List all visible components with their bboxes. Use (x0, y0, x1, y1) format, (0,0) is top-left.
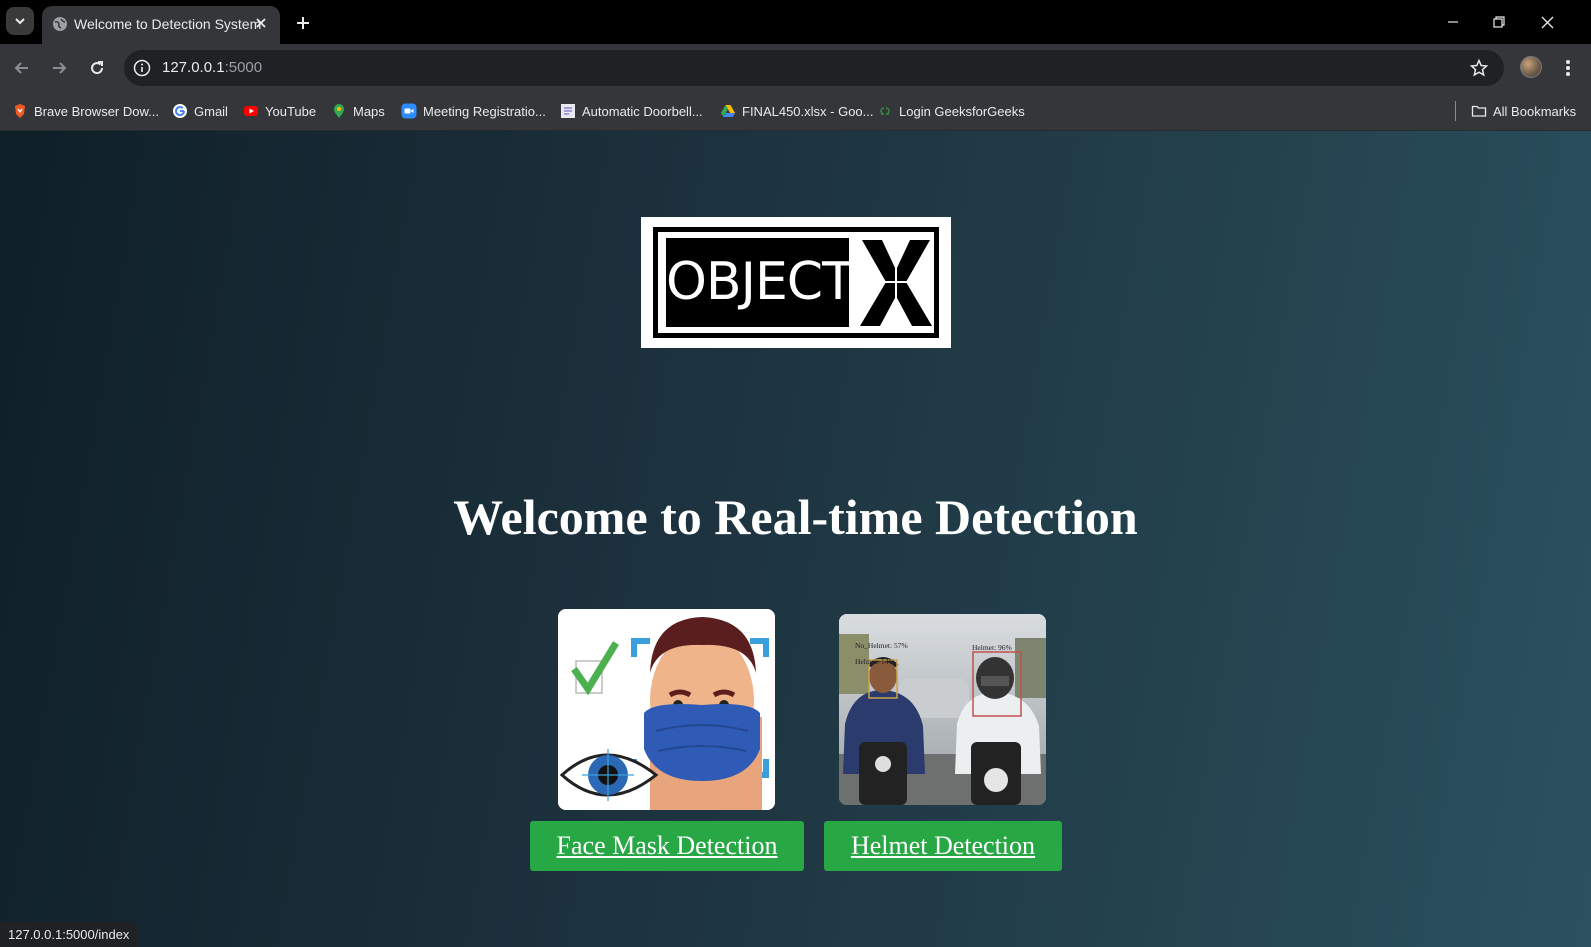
page-title: Welcome to Real-time Detection (453, 489, 1138, 545)
url-text: 127.0.0.1:5000 (162, 59, 262, 76)
plus-icon (297, 17, 309, 29)
objectx-logo: OBJECT (641, 217, 951, 348)
helmet-detection-label: Helmet Detection (850, 831, 1036, 860)
url-port: :5000 (224, 59, 263, 76)
logo-x-mark (860, 240, 932, 326)
arrow-right-icon (53, 62, 67, 74)
minimize-icon (1448, 21, 1458, 23)
gfg-icon (880, 107, 890, 115)
chevron-down-icon (15, 18, 25, 25)
bookmark-doorbell[interactable]: Automatic Doorbell... (560, 100, 703, 122)
bookmark-label: Brave Browser Dow... (34, 103, 159, 119)
bookmark-drive[interactable]: FINAL450.xlsx - Goo... (720, 100, 874, 122)
face-mask-image (558, 609, 775, 810)
window-close-button[interactable] (1532, 8, 1562, 36)
close-icon (256, 18, 266, 28)
bookmark-brave[interactable]: Brave Browser Dow... (12, 100, 159, 122)
face-mask-detection-label: Face Mask Detection (556, 831, 778, 860)
bookmarks-divider (1455, 101, 1456, 121)
tab-title: Welcome to Detection System (74, 16, 262, 32)
reload-button[interactable] (83, 54, 111, 82)
bookmark-maps[interactable]: Maps (331, 100, 385, 122)
all-bookmarks-button[interactable]: All Bookmarks (1471, 100, 1576, 122)
url-host: 127.0.0.1 (162, 59, 225, 76)
tab-search-button[interactable] (6, 7, 34, 35)
bookmark-label: Login GeeksforGeeks (899, 103, 1025, 119)
bookmark-label: Gmail (194, 103, 228, 119)
globe-icon (53, 17, 67, 31)
helmet-label-no-helmet: No_Helmet: 57% (855, 641, 908, 650)
all-bookmarks-label: All Bookmarks (1493, 103, 1577, 119)
browser-menu-button[interactable] (1556, 54, 1580, 82)
more-vertical-icon (1566, 60, 1570, 76)
helmet-image: No_Helmet: 57% Helmet: 14% Helmet: 96% (839, 614, 1046, 805)
bookmark-label: Meeting Registratio... (423, 103, 546, 119)
site-info-button[interactable] (132, 58, 152, 78)
bookmark-geeksforgeeks[interactable]: Login GeeksforGeeks (877, 100, 1025, 122)
restore-button[interactable] (1484, 8, 1514, 36)
folder-icon (1471, 105, 1487, 117)
star-icon (1470, 59, 1488, 77)
bookmark-label: YouTube (265, 103, 317, 119)
new-tab-button[interactable] (290, 10, 316, 36)
google-icon (173, 104, 187, 118)
brave-icon (15, 104, 25, 118)
logo-word-block: OBJECT (666, 238, 854, 327)
address-bar[interactable]: 127.0.0.1:5000 (124, 50, 1504, 86)
arrow-left-icon (14, 62, 28, 74)
doc-icon (561, 104, 575, 118)
forward-button[interactable] (45, 54, 73, 82)
restore-icon (1493, 16, 1505, 28)
drive-icon (721, 105, 735, 117)
bookmark-zoom[interactable]: Meeting Registratio... (401, 100, 546, 122)
bookmark-gmail[interactable]: Gmail (172, 100, 228, 122)
helmet-label-helmet-high: Helmet: 96% (972, 643, 1012, 652)
bookmark-label: FINAL450.xlsx - Goo... (742, 103, 874, 119)
maps-icon (334, 104, 344, 118)
bookmarks-bar: Brave Browser Dow... Gmail YouTube Maps … (0, 91, 1591, 131)
bookmark-star-button[interactable] (1468, 57, 1490, 79)
tab-strip: Welcome to Detection System (0, 0, 1591, 44)
face-mask-detection-button[interactable]: Face Mask Detection (530, 821, 804, 871)
bookmark-label: Automatic Doorbell... (582, 103, 703, 119)
link-status-bar: 127.0.0.1:5000/index (0, 922, 138, 947)
logo-frame: OBJECT (653, 227, 939, 338)
page-content: OBJECT Welcome to Real-time Detection Fa… (0, 131, 1591, 947)
helmet-detection-button[interactable]: Helmet Detection (824, 821, 1062, 871)
bookmark-label: Maps (353, 103, 385, 119)
close-icon (1541, 16, 1553, 28)
zoom-icon (401, 103, 417, 119)
profile-avatar[interactable] (1520, 56, 1542, 78)
bookmark-youtube[interactable]: YouTube (243, 100, 316, 122)
reload-icon (91, 61, 104, 75)
tab-close-button[interactable] (250, 12, 272, 34)
browser-toolbar: 127.0.0.1:5000 (0, 44, 1591, 91)
info-icon (133, 59, 151, 77)
face-mask-illustration (558, 609, 775, 810)
youtube-icon (244, 106, 258, 116)
logo-word: OBJECT (666, 252, 854, 312)
minimize-button[interactable] (1438, 8, 1468, 36)
browser-tab-active[interactable]: Welcome to Detection System (42, 6, 280, 44)
helmet-photo-illustration: No_Helmet: 57% Helmet: 14% Helmet: 96% (839, 614, 1046, 805)
helmet-label-helmet-low: Helmet: 14% (855, 657, 895, 666)
back-button[interactable] (8, 54, 36, 82)
